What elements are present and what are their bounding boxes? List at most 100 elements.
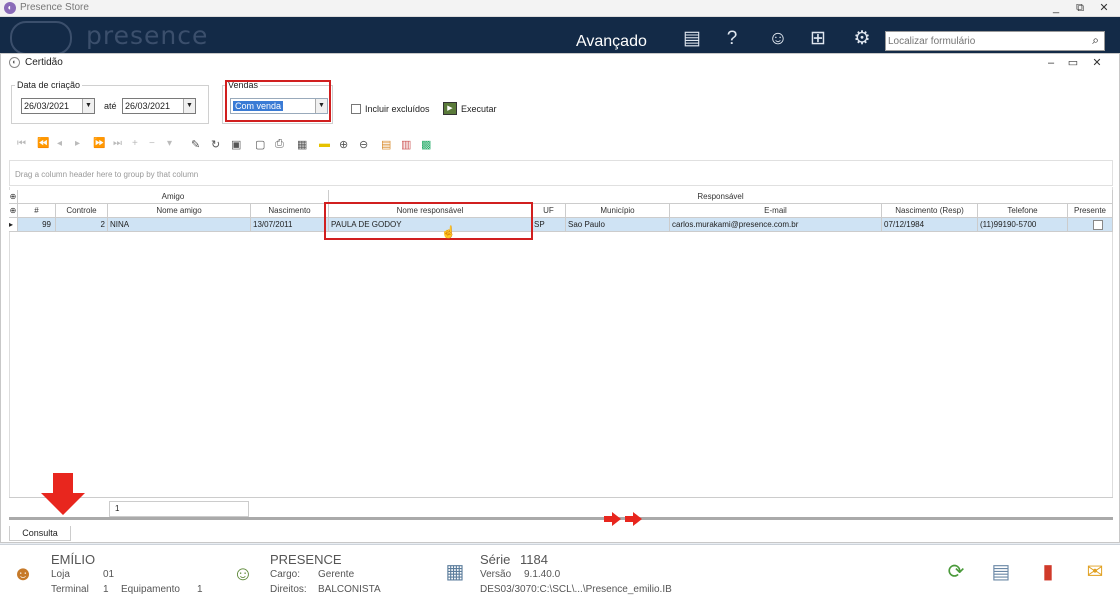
group-by-panel[interactable]: Drag a column header here to group by th… — [9, 160, 1113, 186]
tab-consulta[interactable]: Consulta — [9, 526, 71, 541]
direitos-value: BALCONISTA — [318, 584, 381, 595]
export-icon[interactable]: ▦ — [297, 138, 307, 151]
loja-label: Loja — [51, 569, 70, 580]
column-header-telefone[interactable]: Telefone — [978, 204, 1068, 218]
user-icon: ☻ — [12, 563, 34, 585]
column-header-nascimento[interactable]: Nascimento — [251, 204, 329, 218]
users-icon[interactable]: ☺ — [764, 27, 792, 51]
form-close-button[interactable]: ✕ — [1087, 54, 1107, 72]
table-cell[interactable]: (11)99190-5700 — [978, 218, 1068, 232]
search-input[interactable] — [888, 34, 1078, 49]
notes-icon[interactable]: ▤ — [988, 559, 1014, 585]
columns-icon[interactable]: ▤ — [381, 138, 391, 151]
column-header-presente[interactable]: Presente — [1068, 204, 1113, 218]
first-record-icon[interactable]: ⏮ — [17, 138, 26, 149]
mode-label[interactable]: Avançado — [576, 33, 647, 51]
refresh-icon[interactable]: ↻ — [211, 138, 220, 151]
arrow-right-icon — [604, 512, 642, 526]
column-header-municipio[interactable]: Município — [566, 204, 670, 218]
chevron-down-icon[interactable]: ▼ — [82, 99, 94, 113]
app-logo-icon: ◐ — [4, 2, 16, 14]
print-icon[interactable]: ⎙ — [275, 138, 284, 151]
column-header-controle[interactable]: Controle — [56, 204, 108, 218]
table-cell[interactable]: SP — [532, 218, 566, 232]
edit-icon[interactable]: ✎ — [191, 138, 200, 151]
group-by-hint: Drag a column header here to group by th… — [15, 170, 199, 179]
table-cell[interactable]: 2 — [56, 218, 108, 232]
execute-button[interactable]: Executar — [461, 104, 497, 114]
equipamento-value: 1 — [197, 584, 203, 595]
prev-record-icon[interactable]: ◂ — [57, 138, 62, 149]
logo-text: presence — [86, 21, 209, 50]
network-icon[interactable]: ⊞ — [804, 27, 832, 51]
band-expand-cell: ⊕ — [9, 190, 18, 204]
column-header-uf[interactable]: UF — [532, 204, 566, 218]
chevron-down-icon[interactable]: ▼ — [183, 99, 195, 113]
filter-icon[interactable]: ▾ — [167, 138, 172, 149]
versao-value: 9.1.40.0 — [524, 569, 561, 580]
table-cell[interactable]: Sao Paulo — [566, 218, 670, 232]
form-minimize-button[interactable]: ‒ — [1041, 54, 1061, 72]
presente-checkbox[interactable] — [1093, 220, 1103, 230]
prev-page-icon[interactable]: ⏪ — [37, 138, 49, 149]
table-cell[interactable]: NINA — [108, 218, 251, 232]
restore-button[interactable]: ⧉ — [1070, 0, 1090, 17]
execute-icon: ▶ — [443, 102, 457, 115]
certidao-window: ◐ Certidão ‒ ▭ ✕ Data de criação 26/03/2… — [0, 53, 1120, 543]
footer-count: 1 — [109, 501, 249, 517]
company-user-icon: ☺ — [232, 563, 254, 585]
equipamento-label: Equipamento — [121, 584, 180, 595]
highlight-icon[interactable]: ▬ — [319, 138, 330, 150]
column-header-num[interactable]: # — [18, 204, 56, 218]
minimize-button[interactable]: _ — [1046, 0, 1066, 17]
serie-value: 1184 — [520, 552, 548, 567]
column-header-email[interactable]: E-mail — [670, 204, 882, 218]
app-titlebar: ◐ Presence Store _ ⧉ ✕ — [0, 0, 1120, 17]
help-icon[interactable]: ? — [718, 27, 746, 51]
table-cell[interactable]: 07/12/1984 — [882, 218, 978, 232]
form-title: Certidão — [25, 57, 63, 68]
news-icon[interactable]: ▤ — [678, 27, 706, 51]
direitos-label: Direitos: — [270, 584, 307, 595]
settings-icon[interactable]: ⚙ — [848, 27, 876, 51]
last-record-icon[interactable]: ⏭ — [113, 138, 122, 149]
table-cell[interactable]: carlos.murakami@presence.com.br — [670, 218, 882, 232]
column-header-nome-amigo[interactable]: Nome amigo — [108, 204, 251, 218]
table-cell[interactable] — [1068, 218, 1113, 232]
zoom-out-icon[interactable]: ⊖ — [359, 138, 368, 151]
presence-logo-icon — [10, 21, 72, 55]
messages-icon[interactable]: ✉ — [1082, 559, 1108, 585]
layout-icon[interactable]: ▥ — [401, 138, 411, 151]
cargo-value: Gerente — [318, 569, 355, 580]
company-name: PRESENCE — [270, 552, 342, 567]
close-button[interactable]: ✕ — [1094, 0, 1114, 17]
table-cell[interactable]: 99 — [18, 218, 56, 232]
band-amigo: Amigo — [18, 190, 329, 204]
chart-icon[interactable]: ▮ — [1035, 559, 1061, 585]
properties-icon[interactable]: ▣ — [231, 138, 241, 151]
preview-icon[interactable]: ▢ — [255, 138, 265, 151]
excel-icon[interactable]: ▩ — [421, 138, 431, 151]
highlight-box-sales — [225, 80, 331, 122]
table-cell[interactable]: 13/07/2011 — [251, 218, 329, 232]
form-maximize-button[interactable]: ▭ — [1063, 54, 1083, 72]
sync-icon[interactable]: ⟳ — [943, 559, 969, 585]
next-record-icon[interactable]: ▸ — [75, 138, 80, 149]
app-title: Presence Store — [20, 2, 89, 13]
next-page-icon[interactable]: ⏩ — [93, 138, 105, 149]
include-deleted-checkbox[interactable] — [351, 104, 361, 114]
date-separator: até — [104, 101, 117, 111]
search-icon[interactable]: ⌕ — [1092, 33, 1099, 48]
date-to-field[interactable]: 26/03/2021 ▼ — [122, 98, 196, 114]
main-header: presence Avançado ▤ ? ☺ ⊞ ⚙ ⌕ — [0, 17, 1120, 57]
database-icon: ▦ — [445, 561, 465, 583]
column-header-nascimento-resp[interactable]: Nascimento (Resp) — [882, 204, 978, 218]
date-from-field[interactable]: 26/03/2021 ▼ — [21, 98, 95, 114]
status-bar: ☻ EMÍLIO Loja 01 Terminal 1 Equipamento … — [0, 544, 1120, 598]
horizontal-scrollbar[interactable] — [9, 517, 1113, 520]
zoom-in-icon[interactable]: ⊕ — [339, 138, 348, 151]
include-deleted-label: Incluir excluídos — [365, 104, 430, 114]
insert-icon[interactable]: + — [132, 138, 138, 149]
delete-icon[interactable]: − — [149, 138, 155, 149]
grid-toolbar: ⏮ ⏪ ◂ ▸ ⏩ ⏭ + − ▾ ✎ ↻ ▣ ▢ ⎙ ▦ ▬ ⊕ ⊖ ▤ ▥ … — [11, 138, 431, 152]
